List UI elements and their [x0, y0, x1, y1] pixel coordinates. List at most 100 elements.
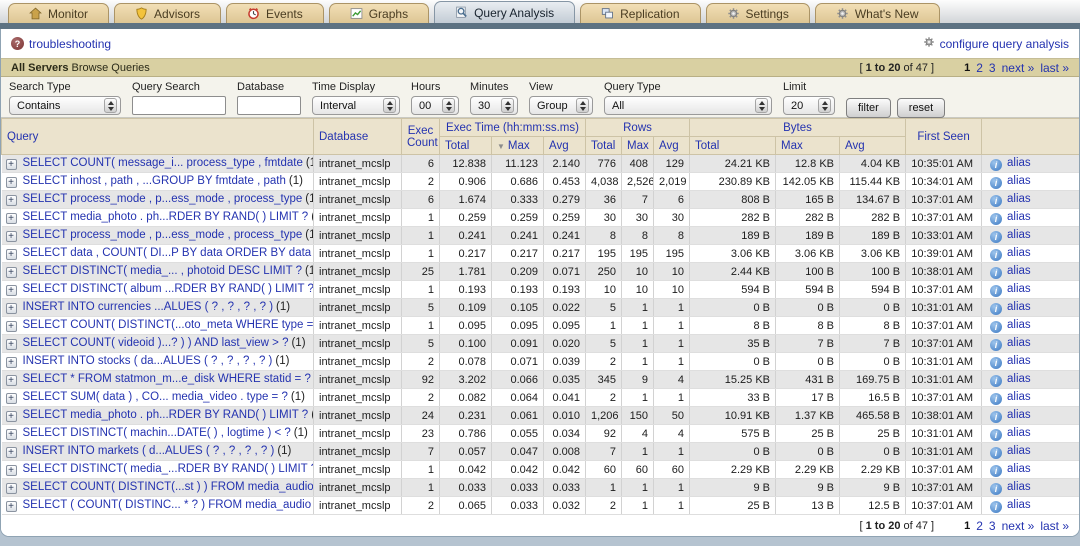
expand-icon[interactable]: +	[6, 429, 17, 440]
page-2-link[interactable]: 2	[976, 519, 983, 533]
query-link[interactable]: INSERT INTO currencies ...ALUES ( ? , ? …	[23, 301, 274, 313]
last-page-link[interactable]: last »	[1040, 61, 1069, 75]
expand-icon[interactable]: +	[6, 213, 17, 224]
alias-link[interactable]: alias	[1007, 229, 1031, 241]
query-link[interactable]: SELECT DISTINCT( machin...DATE( ) , logt…	[23, 427, 291, 439]
col-bytes-avg[interactable]: Avg	[840, 137, 906, 155]
expand-icon[interactable]: +	[6, 195, 17, 206]
query-link[interactable]: SELECT COUNT( videoid )...? ) ) AND last…	[23, 337, 289, 349]
col-time-avg[interactable]: Avg	[544, 137, 586, 155]
tab-settings[interactable]: Settings	[706, 3, 810, 23]
expand-icon[interactable]: +	[6, 285, 17, 296]
col-time-max[interactable]: ▼Max	[492, 137, 544, 155]
col-exec-count[interactable]: Exec Count	[402, 119, 440, 155]
query-link[interactable]: SELECT inhost , path , ...GROUP BY fmtda…	[23, 175, 286, 187]
col-database[interactable]: Database	[314, 119, 402, 155]
col-rows-total[interactable]: Total	[586, 137, 622, 155]
tab-replication[interactable]: Replication	[580, 3, 700, 23]
query-link[interactable]: SELECT DISTINCT( media_... , photoid DES…	[23, 265, 303, 277]
query-link[interactable]: SELECT ( COUNT( DISTINC... * ? ) FROM me…	[23, 499, 312, 511]
expand-icon[interactable]: +	[6, 465, 17, 476]
expand-icon[interactable]: +	[6, 411, 17, 422]
next-page-link[interactable]: next »	[1002, 61, 1035, 75]
alias-link[interactable]: alias	[1007, 355, 1031, 367]
alias-link[interactable]: alias	[1007, 463, 1031, 475]
query-link[interactable]: SELECT SUM( data ) , CO... media_video .…	[23, 391, 288, 403]
col-rows-avg[interactable]: Avg	[654, 137, 690, 155]
alias-link[interactable]: alias	[1007, 337, 1031, 349]
query-type-select[interactable]: All	[604, 96, 772, 115]
col-rows-max[interactable]: Max	[622, 137, 654, 155]
alias-link[interactable]: alias	[1007, 427, 1031, 439]
next-page-link[interactable]: next »	[1002, 519, 1035, 533]
tab-advisors[interactable]: Advisors	[114, 3, 221, 23]
expand-icon[interactable]: +	[6, 357, 17, 368]
tab-graphs[interactable]: Graphs	[329, 3, 429, 23]
query-link[interactable]: INSERT INTO markets ( d...ALUES ( ? , ? …	[23, 445, 275, 457]
hours-select[interactable]: 00	[411, 96, 459, 115]
query-link[interactable]: SELECT media_photo . ph...RDER BY RAND( …	[23, 409, 309, 421]
alias-link[interactable]: alias	[1007, 265, 1031, 277]
minutes-select[interactable]: 30	[470, 96, 518, 115]
page-2-link[interactable]: 2	[976, 61, 983, 75]
col-time-total[interactable]: Total	[440, 137, 492, 155]
query-link[interactable]: INSERT INTO stocks ( da...ALUES ( ? , ? …	[23, 355, 273, 367]
alias-link[interactable]: alias	[1007, 283, 1031, 295]
alias-link[interactable]: alias	[1007, 481, 1031, 493]
alias-link[interactable]: alias	[1007, 157, 1031, 169]
query-link[interactable]: SELECT process_mode , p...ess_mode , pro…	[23, 229, 303, 241]
expand-icon[interactable]: +	[6, 267, 17, 278]
alias-link[interactable]: alias	[1007, 193, 1031, 205]
expand-icon[interactable]: +	[6, 303, 17, 314]
page-3-link[interactable]: 3	[989, 519, 996, 533]
query-link[interactable]: SELECT COUNT( DISTINCT(...oto_meta WHERE…	[23, 319, 314, 331]
expand-icon[interactable]: +	[6, 231, 17, 242]
alias-link[interactable]: alias	[1007, 373, 1031, 385]
tab-whats-new[interactable]: What's New	[815, 3, 940, 23]
alias-link[interactable]: alias	[1007, 499, 1031, 511]
database-input[interactable]	[237, 96, 301, 115]
query-search-input[interactable]	[132, 96, 226, 115]
query-link[interactable]: SELECT DISTINCT( media_...RDER BY RAND( …	[23, 463, 314, 475]
configure-query-analysis-link[interactable]: configure query analysis	[923, 36, 1069, 51]
page-3-link[interactable]: 3	[989, 61, 996, 75]
troubleshooting-link[interactable]: ? troubleshooting	[11, 37, 111, 51]
search-type-select[interactable]: Contains	[9, 96, 121, 115]
expand-icon[interactable]: +	[6, 501, 17, 512]
expand-icon[interactable]: +	[6, 339, 17, 350]
expand-icon[interactable]: +	[6, 483, 17, 494]
alias-link[interactable]: alias	[1007, 247, 1031, 259]
query-link[interactable]: SELECT media_photo . ph...RDER BY RAND( …	[23, 211, 309, 223]
alias-link[interactable]: alias	[1007, 175, 1031, 187]
filter-button[interactable]: filter	[846, 98, 891, 118]
expand-icon[interactable]: +	[6, 375, 17, 386]
expand-icon[interactable]: +	[6, 159, 17, 170]
query-link[interactable]: SELECT data , COUNT( DI...P BY data ORDE…	[23, 247, 312, 259]
alias-link[interactable]: alias	[1007, 319, 1031, 331]
time-display-select[interactable]: Interval	[312, 96, 400, 115]
expand-icon[interactable]: +	[6, 321, 17, 332]
query-link[interactable]: SELECT COUNT( message_i... process_type …	[23, 157, 303, 169]
alias-link[interactable]: alias	[1007, 409, 1031, 421]
view-select[interactable]: Group	[529, 96, 593, 115]
tab-query-analysis[interactable]: Query Analysis	[434, 1, 575, 23]
query-link[interactable]: SELECT COUNT( DISTINCT(...st ) ) FROM me…	[23, 481, 314, 493]
query-link[interactable]: SELECT process_mode , p...ess_mode , pro…	[23, 193, 303, 205]
tab-monitor[interactable]: Monitor	[8, 3, 109, 23]
col-first-seen[interactable]: First Seen	[906, 119, 982, 155]
alias-link[interactable]: alias	[1007, 445, 1031, 457]
alias-link[interactable]: alias	[1007, 391, 1031, 403]
reset-button[interactable]: reset	[897, 98, 945, 118]
col-query[interactable]: Query	[2, 119, 314, 155]
expand-icon[interactable]: +	[6, 447, 17, 458]
col-bytes-total[interactable]: Total	[690, 137, 776, 155]
query-link[interactable]: SELECT DISTINCT( album ...RDER BY RAND( …	[23, 283, 314, 295]
expand-icon[interactable]: +	[6, 249, 17, 260]
alias-link[interactable]: alias	[1007, 211, 1031, 223]
last-page-link[interactable]: last »	[1040, 519, 1069, 533]
col-bytes-max[interactable]: Max	[776, 137, 840, 155]
tab-events[interactable]: Events	[226, 3, 324, 23]
limit-select[interactable]: 20	[783, 96, 835, 115]
expand-icon[interactable]: +	[6, 177, 17, 188]
query-link[interactable]: SELECT * FROM statmon_m...e_disk WHERE s…	[23, 373, 311, 385]
